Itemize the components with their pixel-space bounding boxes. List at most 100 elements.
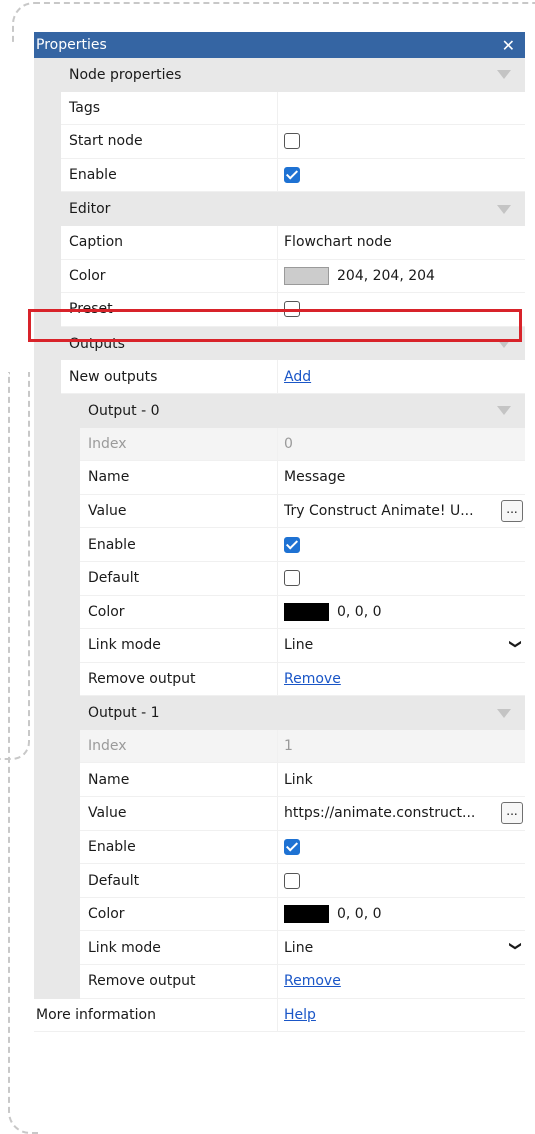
link-mode-value: Line	[284, 939, 314, 956]
property-row-default: Default	[34, 864, 525, 898]
property-row-remove-output: Remove output Remove	[34, 965, 525, 999]
property-label: Remove output	[80, 965, 278, 999]
collapse-icon[interactable]	[497, 708, 511, 718]
property-row-new-outputs: New outputs Add	[34, 360, 525, 394]
property-row-enable: Enable	[34, 158, 525, 193]
section-label: Output - 1	[88, 705, 160, 722]
color-field[interactable]: 204, 204, 204	[278, 259, 525, 294]
value-text: https://animate.construct...	[284, 805, 476, 822]
chevron-down-icon[interactable]: ❯	[509, 941, 523, 951]
property-label: Default	[80, 864, 278, 898]
color-swatch[interactable]	[284, 266, 329, 285]
property-label: Index	[80, 729, 278, 764]
value-field[interactable]: Try Construct Animate! U... ...	[278, 494, 525, 529]
section-output-0[interactable]: Output - 0	[34, 393, 525, 428]
link-mode-value: Line	[284, 637, 314, 654]
edit-value-button[interactable]: ...	[501, 802, 523, 825]
value-field[interactable]: https://animate.construct... ...	[278, 797, 525, 831]
properties-panel: Properties ✕ Node properties Tags Start …	[34, 32, 525, 1088]
property-row-start-node: Start node	[34, 125, 525, 159]
section-label: Output - 0	[88, 402, 160, 419]
section-node-properties[interactable]: Node properties	[34, 58, 525, 92]
property-row-name: Name Link	[34, 763, 525, 798]
property-label: Enable	[61, 158, 278, 193]
enable-checkbox[interactable]	[284, 167, 300, 184]
property-row-value: Value https://animate.construct... ...	[34, 797, 525, 831]
property-row-color: Color 0, 0, 0	[34, 595, 525, 630]
property-row-remove-output: Remove output Remove	[34, 662, 525, 697]
property-label: Color	[61, 259, 278, 294]
color-value: 0, 0, 0	[337, 906, 382, 923]
property-label: Index	[80, 427, 278, 462]
property-row-tags: Tags	[34, 91, 525, 126]
collapse-icon[interactable]	[497, 70, 511, 80]
property-row-name: Name Message	[34, 461, 525, 495]
collapse-icon[interactable]	[497, 406, 511, 416]
property-label: New outputs	[61, 360, 278, 394]
section-editor[interactable]: Editor	[34, 192, 525, 226]
property-row-color: Color 0, 0, 0	[34, 897, 525, 932]
property-label: Name	[80, 461, 278, 495]
add-output-link[interactable]: Add	[284, 369, 311, 385]
property-row-value: Value Try Construct Animate! U... ...	[34, 494, 525, 529]
property-label: Link mode	[80, 931, 278, 966]
property-row-index: Index 0	[34, 427, 525, 462]
close-icon[interactable]: ✕	[502, 36, 515, 55]
property-row-color: Color 204, 204, 204	[34, 259, 525, 294]
property-label: Remove output	[80, 662, 278, 697]
color-value: 204, 204, 204	[337, 267, 435, 284]
property-label: Value	[80, 797, 278, 831]
property-label: Tags	[61, 91, 278, 126]
name-field[interactable]: Message	[278, 461, 525, 495]
collapse-icon[interactable]	[497, 339, 511, 349]
property-grid: Node properties Tags Start node Enable E…	[34, 58, 525, 1033]
color-value: 0, 0, 0	[337, 603, 382, 620]
property-label: Color	[80, 897, 278, 932]
enable-checkbox[interactable]	[284, 536, 300, 553]
index-value: 0	[278, 427, 525, 462]
property-row-more-information: More information Help	[34, 998, 525, 1033]
default-checkbox[interactable]	[284, 570, 300, 587]
collapse-icon[interactable]	[497, 204, 511, 214]
property-label: Value	[80, 494, 278, 529]
color-field[interactable]: 0, 0, 0	[278, 595, 525, 630]
value-text: Try Construct Animate! U...	[284, 503, 474, 520]
panel-title: Properties	[36, 37, 107, 53]
link-mode-select[interactable]: Line ❯	[278, 629, 525, 663]
tags-field[interactable]	[278, 91, 525, 126]
enable-checkbox[interactable]	[284, 838, 300, 855]
property-label: Enable	[80, 830, 278, 865]
color-swatch[interactable]	[284, 905, 329, 924]
help-link[interactable]: Help	[284, 1007, 316, 1023]
property-row-caption: Caption Flowchart node	[34, 225, 525, 260]
remove-output-link[interactable]: Remove	[284, 671, 341, 687]
remove-output-link[interactable]: Remove	[284, 973, 341, 989]
property-label: Default	[80, 561, 278, 596]
properties-titlebar: Properties ✕	[34, 32, 525, 58]
property-row-index: Index 1	[34, 729, 525, 764]
property-label: More information	[34, 998, 278, 1033]
section-outputs[interactable]: Outputs	[34, 326, 525, 361]
property-row-enable: Enable	[34, 830, 525, 865]
chevron-down-icon[interactable]: ❯	[509, 639, 523, 649]
preset-checkbox[interactable]	[284, 301, 300, 318]
default-checkbox[interactable]	[284, 872, 300, 889]
start-node-checkbox[interactable]	[284, 133, 300, 150]
property-label: Name	[80, 763, 278, 798]
property-label: Color	[80, 595, 278, 630]
color-field[interactable]: 0, 0, 0	[278, 897, 525, 932]
property-label: Link mode	[80, 629, 278, 663]
property-row-enable: Enable	[34, 528, 525, 562]
color-swatch[interactable]	[284, 602, 329, 621]
name-field[interactable]: Link	[278, 763, 525, 798]
link-mode-select[interactable]: Line ❯	[278, 931, 525, 966]
section-label: Node properties	[69, 66, 182, 83]
property-row-default: Default	[34, 561, 525, 596]
edit-value-button[interactable]: ...	[501, 499, 523, 522]
property-label: Preset	[61, 293, 278, 327]
section-output-1[interactable]: Output - 1	[34, 696, 525, 730]
index-value: 1	[278, 729, 525, 764]
caption-field[interactable]: Flowchart node	[278, 225, 525, 260]
property-label: Enable	[80, 528, 278, 562]
section-label: Outputs	[69, 335, 125, 352]
